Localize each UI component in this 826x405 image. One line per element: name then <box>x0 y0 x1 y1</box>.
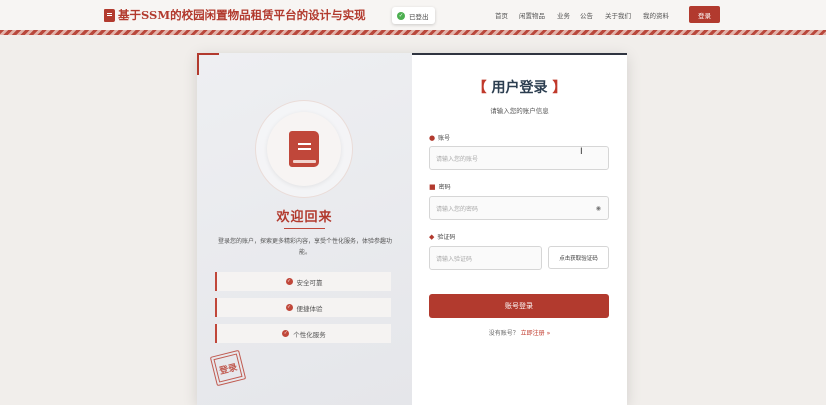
nav-home[interactable]: 首页 <box>495 10 508 20</box>
password-placeholder: 请输入您的密码 <box>436 205 479 213</box>
feature-convenient: ✓ 便捷体验 <box>215 298 391 317</box>
password-label: ■ 密码 <box>429 182 451 192</box>
book-logo-icon <box>104 9 115 22</box>
register-prompt-text: 没有账号？ <box>488 330 519 337</box>
captcha-label: ◆ 验证码 <box>429 232 456 242</box>
top-header: 基于SSM的校园闲置物品租赁平台的设计与实现 ✓ 已登出 首页 闲置物品 业务 … <box>0 0 826 30</box>
captcha-input[interactable]: 请输入验证码 <box>429 246 542 270</box>
nav-notices[interactable]: 公告 <box>580 10 593 20</box>
lock-icon: ■ <box>429 182 436 191</box>
title-bracket-left: 【 <box>472 80 487 96</box>
header-stripe-divider <box>0 30 826 35</box>
feature-secure: ✓ 安全可靠 <box>215 272 391 291</box>
check-circle-icon: ✓ <box>397 11 405 20</box>
login-card: 欢迎回来 登录您的账户，探索更多精彩内容，享受个性化服务，体验参趣功能。 ✓ 安… <box>197 53 627 405</box>
welcome-underline <box>284 228 325 229</box>
welcome-panel: 欢迎回来 登录您的账户，探索更多精彩内容，享受个性化服务，体验参趣功能。 ✓ 安… <box>197 53 412 405</box>
register-prompt: 没有账号？ 立即注册 » <box>412 328 627 337</box>
shield-icon: ◆ <box>429 232 435 241</box>
nav-about-us[interactable]: 关于我们 <box>605 10 631 20</box>
welcome-description: 登录您的账户，探索更多精彩内容，享受个性化服务，体验参趣功能。 <box>217 238 392 256</box>
header-login-button[interactable]: 登录 <box>689 6 720 23</box>
login-stamp: 登录 <box>209 349 247 387</box>
user-icon: ● <box>429 133 436 142</box>
site-title[interactable]: 基于SSM的校园闲置物品租赁平台的设计与实现 <box>118 7 366 23</box>
form-title: 【 用户登录 】 <box>412 77 627 97</box>
eye-icon[interactable]: ◉ <box>596 205 601 212</box>
feature-label: 个性化服务 <box>293 330 326 339</box>
account-label-text: 账号 <box>438 135 451 142</box>
feature-label: 便捷体验 <box>296 304 323 313</box>
form-top-border <box>412 53 627 55</box>
account-login-button[interactable]: 账号登录 <box>429 294 609 318</box>
password-label-text: 密码 <box>438 184 451 191</box>
logout-toast: ✓ 已登出 <box>392 7 435 24</box>
nav-business[interactable]: 业务 <box>557 10 570 20</box>
toast-text: 已登出 <box>409 12 429 21</box>
title-bracket-right: 】 <box>552 80 567 96</box>
password-input[interactable]: 请输入您的密码 ◉ <box>429 196 609 220</box>
welcome-heading: 欢迎回来 <box>276 210 333 225</box>
account-label: ● 账号 <box>429 133 451 143</box>
book-icon <box>289 131 319 167</box>
get-captcha-button[interactable]: 点击获取验证码 <box>548 246 609 269</box>
register-link[interactable]: 立即注册 » <box>521 330 551 337</box>
check-icon: ✓ <box>282 330 290 337</box>
feature-personalized: ✓ 个性化服务 <box>215 324 391 343</box>
form-subtitle: 请输入您的账户信息 <box>490 107 549 115</box>
feature-label: 安全可靠 <box>296 278 323 287</box>
captcha-label-text: 验证码 <box>437 234 456 241</box>
text-cursor-icon: I <box>580 147 583 157</box>
nav-idle-items[interactable]: 闲置物品 <box>519 10 545 20</box>
check-icon: ✓ <box>285 304 293 311</box>
nav-my-profile[interactable]: 我的资料 <box>643 10 669 20</box>
title-text: 用户登录 <box>491 80 548 96</box>
check-icon: ✓ <box>285 278 293 285</box>
